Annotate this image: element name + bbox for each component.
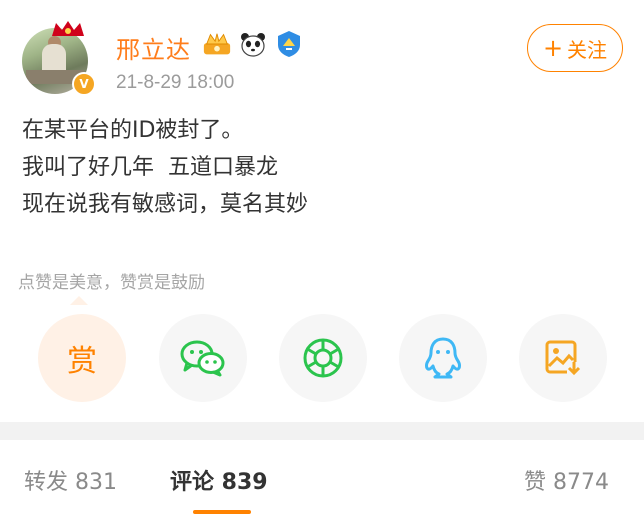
member-crown-icon[interactable] xyxy=(202,30,232,58)
avatar-crown-icon xyxy=(52,21,84,36)
share-wechat-button[interactable] xyxy=(159,314,247,402)
author-avatar[interactable]: V xyxy=(22,21,96,96)
tab-repost[interactable]: 转发 831 xyxy=(24,464,117,496)
panda-icon[interactable] xyxy=(238,30,268,58)
post-text-line: 现在说我有敏感词，莫名其妙 xyxy=(22,192,309,217)
tab-likes[interactable]: 赞 8774 xyxy=(524,464,609,496)
vip-verified-icon: V xyxy=(72,72,96,96)
wechat-icon xyxy=(180,340,225,377)
follow-label: 关注 xyxy=(567,37,608,62)
save-image-icon xyxy=(545,340,581,376)
post-text-line: 我叫了好几年 五道口暴龙 xyxy=(22,155,278,180)
share-moments-button[interactable] xyxy=(279,314,367,402)
reward-tip: 点赞是美意，赞赏是鼓励 xyxy=(18,273,205,293)
post-text-line: 在某平台的ID被封了。 xyxy=(22,118,244,143)
post-content: 在某平台的ID被封了。 我叫了好几年 五道口暴龙 现在说我有敏感词，莫名其妙 xyxy=(22,112,308,223)
save-image-button[interactable] xyxy=(519,314,607,402)
tip-caret xyxy=(70,296,88,305)
post-stats-tabs: 转发 831 评论 839 赞 8774 xyxy=(0,440,644,529)
moments-icon xyxy=(303,338,343,378)
reward-button[interactable]: 赏 xyxy=(38,314,126,402)
tab-comments[interactable]: 评论 839 xyxy=(170,464,268,496)
follow-button[interactable]: + 关注 xyxy=(527,24,623,72)
qq-icon xyxy=(425,337,461,379)
share-row: 赏 xyxy=(0,314,644,404)
weibo-post: V 邢立达 21-8-29 18:00 + 关注 在某平台的ID被封了。 我叫了… xyxy=(0,0,644,422)
share-qq-button[interactable] xyxy=(399,314,487,402)
plus-icon: + xyxy=(542,34,564,62)
section-divider xyxy=(0,422,644,440)
author-badges xyxy=(202,30,304,58)
super-topic-icon[interactable] xyxy=(274,30,304,58)
reward-icon: 赏 xyxy=(67,344,97,379)
active-tab-indicator xyxy=(193,510,251,514)
post-timestamp: 21-8-29 18:00 xyxy=(116,72,235,93)
author-name[interactable]: 邢立达 xyxy=(116,30,191,65)
